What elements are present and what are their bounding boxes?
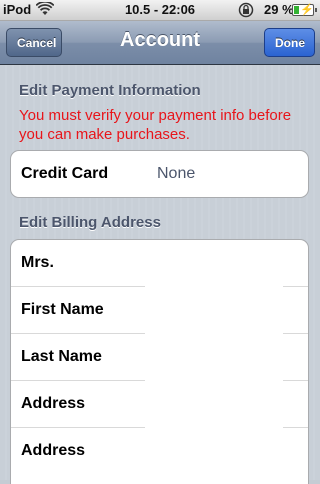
credit-card-label: Credit Card [21, 165, 109, 182]
billing-row-last-name[interactable]: Last Name [11, 333, 308, 381]
last-name-field-input[interactable] [145, 333, 283, 381]
title-field-label: Mrs. [21, 254, 54, 271]
billing-row-title[interactable]: Mrs. [11, 240, 308, 287]
lock-rotation-icon [238, 2, 254, 18]
first-name-field-label: First Name [21, 301, 104, 318]
address-1-field-label: Address [21, 395, 86, 412]
billing-row-first-name[interactable]: First Name [11, 286, 308, 334]
title-field-input[interactable] [145, 240, 283, 287]
address-2-field-label: Address [21, 442, 86, 459]
last-name-field-label: Last Name [21, 348, 102, 365]
billing-section-header: Edit Billing Address [19, 214, 161, 231]
credit-card-row[interactable]: Credit Card None [11, 151, 308, 197]
credit-card-value: None [157, 165, 196, 182]
payment-group: Credit Card None [10, 150, 309, 198]
first-name-field-input[interactable] [145, 286, 283, 334]
payment-section-header: Edit Payment Information [19, 82, 201, 99]
billing-row-address-1[interactable]: Address [11, 380, 308, 428]
navigation-bar: Cancel Account Done [0, 21, 320, 65]
battery-level-fill [294, 6, 299, 14]
address-2-field-input[interactable] [145, 427, 283, 475]
billing-row-address-2[interactable]: Address [11, 427, 308, 475]
billing-address-group: Mrs. First Name Last Name Address Addres… [10, 239, 309, 484]
status-bar: iPod 10.5 - 22:06 29 % ⚡ [0, 0, 320, 21]
done-button[interactable]: Done [264, 28, 315, 57]
charging-bolt-icon: ⚡ [300, 4, 314, 16]
battery-charging-icon: ⚡ [292, 4, 317, 16]
battery-percent: 29 % [264, 2, 294, 17]
address-1-field-input[interactable] [145, 380, 283, 428]
payment-warning-text: You must verify your payment info before… [19, 107, 292, 143]
